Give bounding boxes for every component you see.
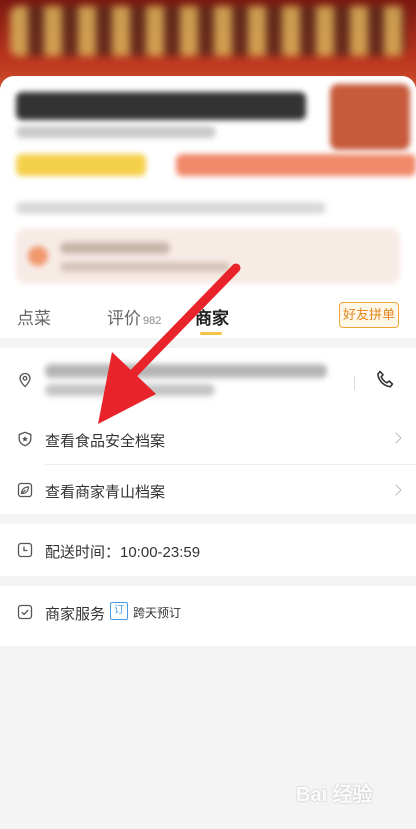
store-info-card-blurred: [0, 76, 416, 288]
green-archive-label: 查看商家青山档案: [45, 484, 166, 501]
food-safety-row[interactable]: 查看食品安全档案: [0, 412, 416, 464]
tab-merchant[interactable]: 商家: [195, 304, 229, 329]
merchant-info-section: 查看食品安全档案 查看商家青山档案: [0, 348, 416, 514]
address-row[interactable]: [0, 348, 416, 412]
tab-reviews-count: 982: [143, 315, 162, 327]
active-tab-indicator: [200, 332, 222, 335]
merchant-services-section: 商家服务 订 跨天预订: [0, 586, 416, 646]
tab-bar: 点菜 评价 982 商家 好友拼单: [0, 288, 416, 338]
services-label: 商家服务: [45, 606, 106, 623]
clock-icon: [17, 542, 33, 558]
phone-icon[interactable]: [373, 368, 397, 392]
green-archive-row[interactable]: 查看商家青山档案: [0, 465, 416, 514]
location-pin-icon: [19, 372, 31, 388]
food-safety-label: 查看食品安全档案: [45, 433, 166, 450]
check-icon: [17, 604, 33, 620]
group-order-button[interactable]: 好友拼单: [339, 302, 399, 328]
tab-reviews[interactable]: 评价 982: [107, 304, 161, 329]
leaf-icon: [17, 482, 33, 498]
address-text-blurred: [45, 364, 327, 378]
tab-order[interactable]: 点菜: [17, 304, 51, 329]
address-separator: [354, 376, 355, 390]
chevron-right-icon: [390, 484, 402, 496]
delivery-time-section: 配送时间：10:00-23:59: [0, 524, 416, 576]
address-text-blurred-line2: [45, 384, 215, 396]
baidu-watermark: Bai 经验: [296, 784, 373, 806]
shield-icon: [18, 431, 32, 447]
chevron-right-icon: [390, 432, 402, 444]
reservation-tag-icon: 订: [110, 602, 128, 620]
delivery-time-label: 配送时间：10:00-23:59: [45, 544, 201, 561]
tab-reviews-label: 评价: [107, 309, 141, 328]
reservation-tag-text: 跨天预订: [133, 606, 182, 620]
